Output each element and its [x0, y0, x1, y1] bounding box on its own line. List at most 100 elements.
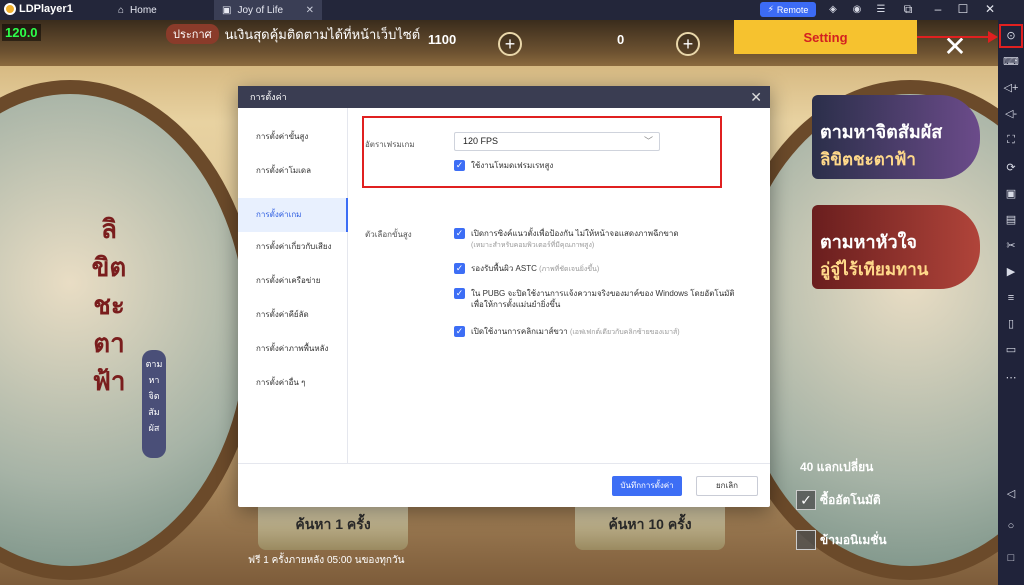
- draw-note: ฟรี 1 ครั้งภายหลัง 05:00 นของทุกวัน: [248, 555, 405, 566]
- vertical-title-char: ชะ: [93, 290, 125, 320]
- dialog-close-icon[interactable]: ✕: [750, 86, 762, 108]
- pubg-checkbox[interactable]: ✓ ใน PUBG จะปิดใช้งานการแจ้งความจริงของม…: [454, 288, 744, 310]
- auto-buy-option[interactable]: ✓ ซื้ออัตโนมัติ: [796, 490, 881, 510]
- checkbox-checked-icon: ✓: [454, 228, 465, 239]
- vsync-sub: (เหมาะสำหรับคอมพิวเตอร์ที่มีคุณภาพสูง): [471, 242, 595, 249]
- remote-icon: ⚡: [767, 4, 774, 14]
- window-close-icon[interactable]: ✕: [982, 2, 998, 16]
- announce-text: นเงินสุดคุ้มติดตามได้ที่หน้าเว็บไซต์: [224, 26, 421, 42]
- draw-once-button[interactable]: ค้นหา 1 ครั้ง: [258, 500, 408, 550]
- checkmark-icon: ✓: [796, 490, 816, 510]
- home-nav-icon[interactable]: ○: [1003, 518, 1019, 534]
- nav-background[interactable]: การตั้งค่าภาพพื้นหลัง: [238, 332, 348, 366]
- remote-label: Remote: [776, 4, 809, 15]
- keyboard-icon[interactable]: ⌨: [1003, 54, 1019, 70]
- checkbox-checked-icon: ✓: [454, 263, 465, 274]
- cancel-button[interactable]: ยกเลิก: [696, 476, 758, 496]
- nav-model[interactable]: การตั้งค่าโมเดล: [238, 154, 348, 188]
- tab-home-label: Home: [130, 4, 157, 16]
- currency-1: 1100: [428, 32, 457, 47]
- auto-buy-label: ซื้ออัตโนมัติ: [820, 492, 881, 507]
- app-logo: LDPlayer1: [4, 3, 73, 15]
- vertical-title-char: ตา: [93, 328, 125, 358]
- highlight-box: [362, 116, 722, 188]
- nav-other[interactable]: การตั้งค่าอื่น ๆ: [238, 366, 348, 400]
- astc-checkbox[interactable]: ✓ รองรับพื้นผิว ASTC (ภาพที่ชัดเจนยิ่งขึ…: [454, 263, 599, 275]
- app-name: LDPlayer1: [19, 3, 73, 15]
- promo-banner-2[interactable]: ตามหาหัวใจ อู่จู๋ไร้เทียมทาน: [812, 205, 980, 289]
- volume-down-icon[interactable]: ◁-: [1003, 106, 1019, 122]
- draw-ten-button[interactable]: ค้นหา 10 ครั้ง: [575, 500, 725, 550]
- tab-game-label: Joy of Life: [237, 4, 284, 16]
- apk-icon[interactable]: ▤: [1003, 212, 1019, 228]
- nav-audio[interactable]: การตั้งค่าเกี่ยวกับเสียง: [238, 230, 348, 264]
- operation-record-icon[interactable]: ≡: [1003, 290, 1019, 306]
- tab-close-icon[interactable]: ✕: [306, 5, 314, 16]
- vertical-title-char: ฟ้า: [92, 366, 126, 396]
- vertical-title-char: ขิต: [91, 252, 127, 282]
- skip-animation-label: ข้ามอนิเมชั่น: [820, 532, 887, 547]
- settings-nav: การตั้งค่าขั้นสูง การตั้งค่าโมเดล การตั้…: [238, 108, 348, 463]
- tab-home[interactable]: ⌂ Home: [110, 0, 210, 20]
- game-tab-icon: ▣: [222, 4, 232, 16]
- save-settings-button[interactable]: บันทึกการตั้งค่า: [612, 476, 682, 496]
- scissors-icon[interactable]: ✂: [1003, 238, 1019, 254]
- tab-joy-of-life[interactable]: ▣ Joy of Life ✕: [214, 0, 322, 20]
- callout-arrowhead-icon: [988, 31, 998, 43]
- title-bar: LDPlayer1 ⌂ Home ▣ Joy of Life ✕ ⚡ Remot…: [0, 0, 1024, 20]
- record-icon[interactable]: ▶: [1003, 264, 1019, 280]
- screenshot-icon[interactable]: ▣: [1003, 186, 1019, 202]
- pubg-label: ใน PUBG จะปิดใช้งานการแจ้งความจริงของมาค…: [471, 289, 735, 309]
- vsync-checkbox[interactable]: ✓ เปิดการซิงค์แนวตั้งเพื่อป้องกัน ไม่ให้…: [454, 228, 694, 251]
- back-icon[interactable]: ◁: [1003, 486, 1019, 502]
- checkbox-checked-icon: ✓: [454, 326, 465, 337]
- promo2-line2: อู่จู๋ไร้เทียมทาน: [820, 260, 929, 279]
- fps-counter: 120.0: [2, 24, 41, 41]
- home-icon: ⌂: [118, 4, 125, 16]
- dialog-header: การตั้งค่า ✕: [238, 86, 770, 108]
- account-icon[interactable]: ◉: [850, 3, 864, 17]
- volume-up-icon[interactable]: ◁+: [1003, 80, 1019, 96]
- maximize-icon[interactable]: ☐: [955, 2, 971, 16]
- announcement: ประกาศ นเงินสุดคุ้มติดตามได้ที่หน้าเว็บไ…: [166, 24, 466, 44]
- restore-icon[interactable]: ⧉: [900, 2, 916, 17]
- dialog-footer: บันทึกการตั้งค่า ยกเลิก: [238, 463, 770, 507]
- nav-game[interactable]: การตั้งค่าเกม: [238, 198, 348, 232]
- vsync-label: เปิดการซิงค์แนวตั้งเพื่อป้องกัน ไม่ให้หน…: [471, 229, 679, 238]
- add-currency-1-button[interactable]: +: [498, 32, 522, 56]
- add-currency-2-button[interactable]: +: [676, 32, 700, 56]
- settings-icon[interactable]: ⊙: [999, 24, 1023, 48]
- minimize-icon[interactable]: –: [930, 2, 946, 16]
- fullscreen-icon[interactable]: ⛶: [1003, 132, 1019, 148]
- right-click-label: เปิดใช้งานการคลิกเมาส์ขวา: [471, 327, 568, 336]
- recent-apps-icon[interactable]: □: [1003, 550, 1019, 566]
- menu-icon[interactable]: ☰: [874, 3, 888, 17]
- nav-network[interactable]: การตั้งค่าเครือข่าย: [238, 264, 348, 298]
- promo2-line1: ตามหาหัวใจ: [820, 232, 917, 252]
- vertical-title-char: ลิ: [101, 214, 117, 244]
- gamepad-icon[interactable]: ◈: [826, 3, 840, 17]
- skip-animation-option[interactable]: ข้ามอนิเมชั่น: [796, 530, 887, 550]
- setting-callout: Setting: [734, 20, 917, 54]
- right-click-checkbox[interactable]: ✓ เปิดใช้งานการคลิกเมาส์ขวา (เอฟเฟกต์เดี…: [454, 326, 680, 338]
- vertical-title: ลิ ขิต ชะ ตา ฟ้า: [74, 210, 144, 460]
- exchange-label[interactable]: 40 แลกเปลี่ยน: [800, 458, 873, 477]
- right-click-sub: (เอฟเฟกต์เดียวกับคลิกซ้ายของเมาส์): [570, 329, 680, 336]
- nav-shortcut[interactable]: การตั้งค่าคีย์ลัด: [238, 298, 348, 332]
- dialog-title: การตั้งค่า: [250, 92, 287, 102]
- advanced-label: ตัวเลือกขั้นสูง: [365, 230, 412, 239]
- astc-label: รองรับพื้นผิว ASTC: [471, 264, 537, 273]
- promo1-line2: ลิขิตชะตาฟ้า: [820, 150, 916, 169]
- shake-icon[interactable]: ▯: [1003, 316, 1019, 332]
- checkbox-checked-icon: ✓: [454, 288, 465, 299]
- nav-advanced[interactable]: การตั้งค่าขั้นสูง: [238, 120, 348, 154]
- more-icon[interactable]: ⋯: [1003, 370, 1019, 386]
- vertical-subtitle: ตาม หา จิต สัม ผัส: [142, 350, 166, 458]
- astc-sub: (ภาพที่ชัดเจนยิ่งขึ้น): [539, 266, 600, 273]
- promo1-line1: ตามหาจิตสัมผัส: [820, 122, 943, 142]
- sync-icon[interactable]: ⟳: [1003, 160, 1019, 176]
- folder-icon[interactable]: ▭: [1003, 342, 1019, 358]
- promo-banner-1[interactable]: ตามหาจิตสัมผัส ลิขิตชะตาฟ้า: [812, 95, 980, 179]
- remote-button[interactable]: ⚡ Remote: [760, 2, 816, 17]
- empty-checkbox-icon: [796, 530, 816, 550]
